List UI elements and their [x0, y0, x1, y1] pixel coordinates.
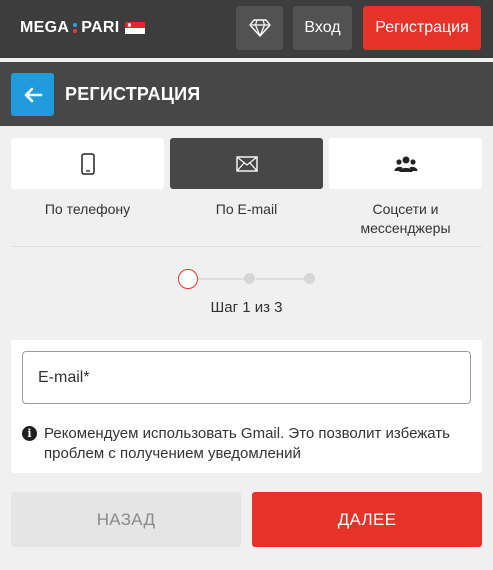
diamond-icon [248, 19, 271, 37]
top-header: MEGA PARI Вход Регистрация [0, 0, 493, 58]
logo-text-left: MEGA [20, 19, 70, 36]
tab-phone[interactable] [11, 138, 164, 189]
info-icon: i [22, 426, 37, 441]
back-button[interactable]: НАЗАД [11, 492, 241, 547]
tab-email[interactable] [170, 138, 323, 189]
step-indicator [244, 273, 255, 284]
smartphone-icon [80, 152, 95, 175]
step-progress-text: Шаг 1 из 3 [210, 299, 283, 316]
step-connector [198, 278, 244, 280]
divider [11, 246, 482, 247]
tab-social[interactable] [329, 138, 482, 189]
logo-text-right: PARI [81, 19, 120, 36]
register-button[interactable]: Регистрация [363, 6, 481, 50]
logo-separator-icon [71, 22, 79, 34]
back-arrow-button[interactable] [11, 73, 54, 116]
arrow-left-icon [24, 87, 42, 102]
tab-phone-label: По телефону [44, 201, 131, 217]
next-button[interactable]: ДАЛЕЕ [252, 492, 482, 547]
gmail-hint: Рекомендуем использовать Gmail. Это позв… [44, 425, 450, 462]
singapore-flag-icon [125, 22, 146, 34]
step-connector [256, 278, 304, 280]
tab-social-label: Соцсети и мессенджеры [360, 201, 451, 236]
email-field[interactable] [22, 351, 471, 404]
vip-button[interactable] [236, 6, 283, 50]
email-form-card: i Рекомендуем использовать Gmail. Это по… [11, 340, 482, 473]
logo[interactable]: MEGA PARI [20, 19, 146, 37]
users-icon [394, 156, 417, 172]
login-button[interactable]: Вход [293, 6, 352, 50]
page-titlebar: РЕГИСТРАЦИЯ [0, 62, 493, 126]
step-indicator [304, 273, 315, 284]
step-indicator-current [178, 269, 198, 289]
tab-email-label: По E-mail [215, 201, 278, 217]
envelope-icon [235, 155, 258, 172]
page-title: РЕГИСТРАЦИЯ [65, 84, 201, 104]
